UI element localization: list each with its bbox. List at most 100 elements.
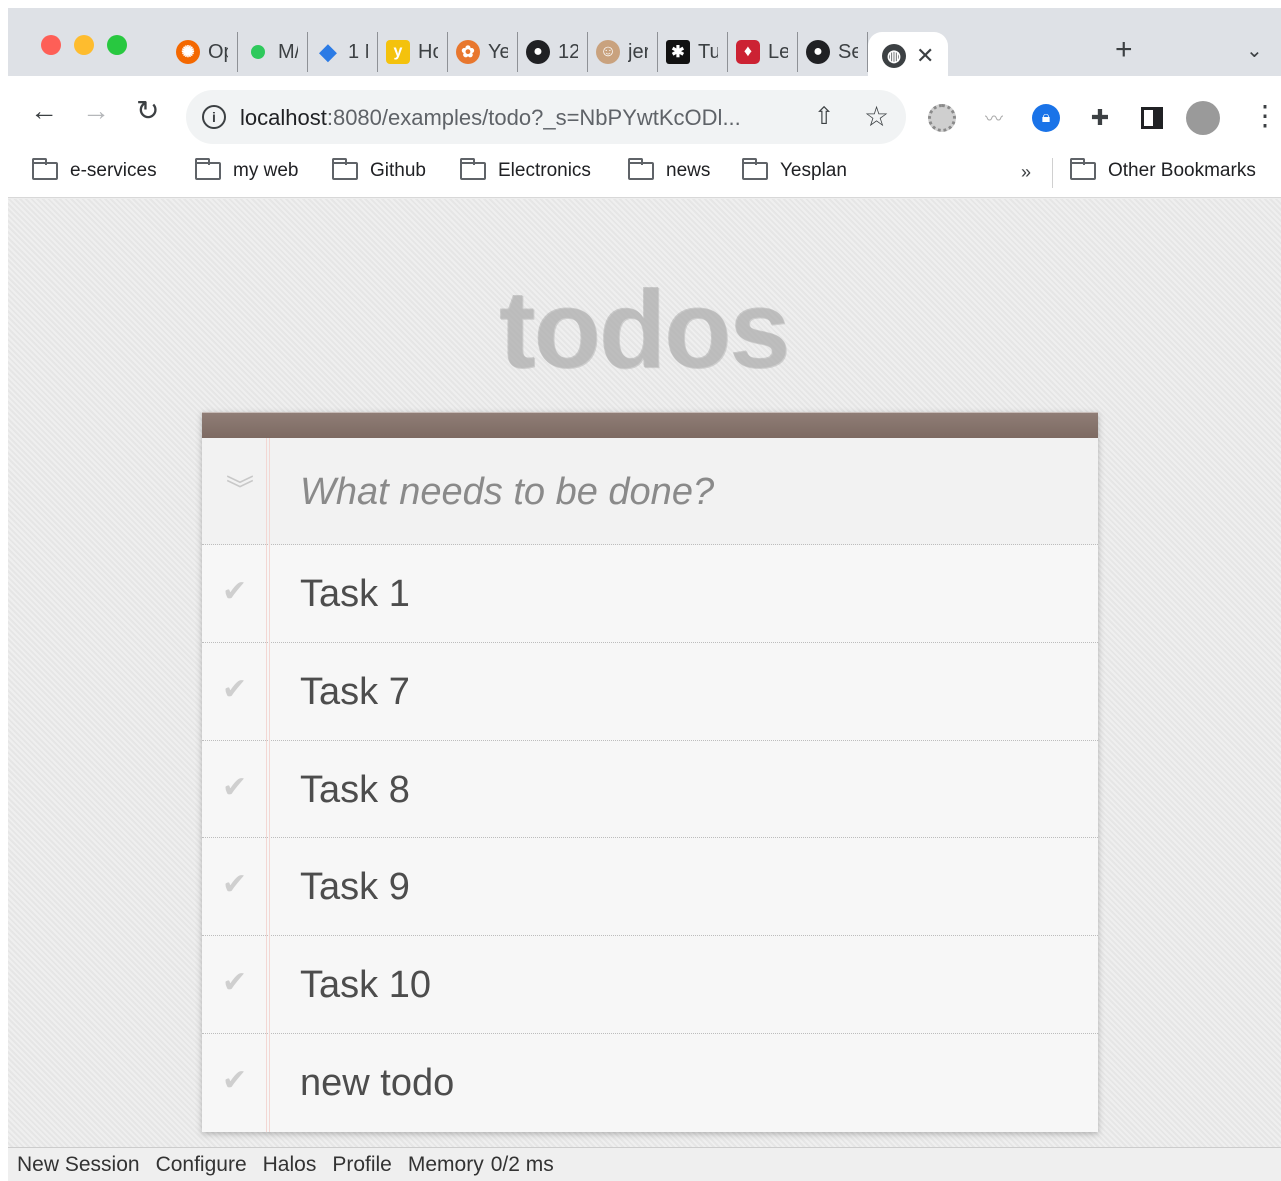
profile-avatar[interactable] bbox=[1186, 101, 1220, 135]
todo-item[interactable]: ✔ new todo bbox=[202, 1034, 1098, 1132]
tab-8[interactable]: ♦ Le bbox=[728, 32, 798, 72]
close-tab-icon[interactable]: ✕ bbox=[916, 43, 934, 69]
new-todo-input[interactable] bbox=[300, 468, 1060, 516]
configure-link[interactable]: Configure bbox=[156, 1153, 247, 1177]
bookmarks-divider bbox=[1052, 158, 1053, 188]
yesplan-icon: ✿ bbox=[456, 40, 480, 64]
bookmark-folder-e-services[interactable]: e-services bbox=[32, 158, 157, 182]
folder-icon bbox=[195, 158, 221, 180]
tutorial-icon: ✱ bbox=[666, 40, 690, 64]
folder-icon bbox=[32, 158, 58, 180]
tab-2[interactable]: ◆ 1 N bbox=[308, 32, 378, 72]
toggle-all-chevron-icon[interactable]: ︾ bbox=[226, 476, 254, 504]
todo-label[interactable]: Task 1 bbox=[300, 573, 410, 615]
bookmark-folder-electronics[interactable]: Electronics bbox=[460, 158, 591, 182]
forward-arrow-icon[interactable]: → bbox=[82, 96, 110, 126]
todo-item[interactable]: ✔ Task 10 bbox=[202, 936, 1098, 1034]
todo-item[interactable]: ✔ Task 8 bbox=[202, 741, 1098, 839]
info-icon[interactable]: i bbox=[202, 105, 226, 129]
tab-9[interactable]: ● Se bbox=[798, 32, 868, 72]
bookmarks-overflow-button[interactable]: » bbox=[1021, 162, 1031, 183]
close-window-button[interactable] bbox=[41, 35, 61, 55]
halos-link[interactable]: Halos bbox=[263, 1153, 317, 1177]
tab-active[interactable]: ◍ ✕ bbox=[868, 32, 949, 80]
maximize-window-button[interactable] bbox=[107, 35, 127, 55]
todo-item[interactable]: ✔ Task 1 bbox=[202, 545, 1098, 643]
url-path: :8080/examples/todo?_s=NbPYwtKcODl... bbox=[326, 105, 741, 130]
profile-link[interactable]: Profile bbox=[332, 1153, 392, 1177]
other-bookmarks-folder[interactable]: Other Bookmarks bbox=[1070, 158, 1256, 182]
more-menu-icon[interactable]: ⋮ bbox=[1251, 102, 1279, 130]
minimize-window-button[interactable] bbox=[74, 35, 94, 55]
extensions-puzzle-icon[interactable]: ✚ bbox=[1086, 104, 1114, 132]
reload-icon[interactable]: ↻ bbox=[136, 96, 159, 126]
bookmark-folder-news[interactable]: news bbox=[628, 158, 710, 182]
todo-label[interactable]: Task 10 bbox=[300, 964, 431, 1006]
folder-icon bbox=[460, 158, 486, 180]
browser-window: ✺ Op M/ ◆ 1 N y Ho ✿ Ye ● 12 bbox=[8, 8, 1281, 1181]
todo-label[interactable]: new todo bbox=[300, 1062, 454, 1104]
new-tab-button[interactable]: + bbox=[1115, 35, 1133, 65]
todo-label[interactable]: Task 7 bbox=[300, 671, 410, 713]
checkmark-icon[interactable]: ✔ bbox=[222, 1065, 247, 1096]
todo-app: ︾ ✔ Task 1 ✔ Task 7 ✔ Task 8 ✔ Ta bbox=[202, 412, 1098, 1132]
extension-lock-icon[interactable]: 🔒︎ bbox=[1032, 104, 1060, 132]
bookmark-folder-my-web[interactable]: my web bbox=[195, 158, 299, 182]
tab-label: Ye bbox=[488, 40, 508, 63]
bookmarks-bar: e-services my web Github Electronics new… bbox=[8, 148, 1281, 198]
checkmark-icon[interactable]: ✔ bbox=[222, 772, 247, 803]
ruby-icon: ♦ bbox=[736, 40, 760, 64]
new-todo-row: ︾ bbox=[202, 438, 1098, 545]
tab-list: ✺ Op M/ ◆ 1 N y Ho ✿ Ye ● 12 bbox=[168, 28, 949, 80]
bookmark-star-icon[interactable]: ☆ bbox=[864, 100, 889, 133]
checkmark-icon[interactable]: ✔ bbox=[222, 968, 247, 998]
tab-7[interactable]: ✱ Tu bbox=[658, 32, 728, 72]
tab-label: 1 N bbox=[348, 40, 368, 63]
share-icon[interactable]: ⇧ bbox=[814, 102, 834, 131]
browser-toolbar: ← → ↻ i localhost:8080/examples/todo?_s=… bbox=[8, 76, 1281, 148]
todo-list: ✔ Task 1 ✔ Task 7 ✔ Task 8 ✔ Task 9 ✔ Ta… bbox=[202, 545, 1098, 1132]
tab-label: Se bbox=[838, 40, 858, 63]
tab-1[interactable]: M/ bbox=[238, 32, 308, 72]
extension-scribble-icon[interactable]: 〰 bbox=[980, 104, 1008, 132]
side-panel-icon[interactable] bbox=[1138, 104, 1166, 132]
folder-icon bbox=[742, 158, 768, 180]
tab-6[interactable]: ☺ jer bbox=[588, 32, 658, 72]
bookmark-label: Github bbox=[370, 160, 426, 181]
tab-label: M/ bbox=[278, 40, 298, 63]
timing-readout: 0/2 ms bbox=[490, 1152, 554, 1176]
memory-link[interactable]: Memory bbox=[408, 1153, 484, 1177]
checkmark-icon[interactable]: ✔ bbox=[222, 674, 247, 705]
tab-4[interactable]: ✿ Ye bbox=[448, 32, 518, 72]
back-arrow-icon[interactable]: ← bbox=[30, 96, 58, 126]
dev-toolbar: New Session Configure Halos Profile Memo… bbox=[8, 1147, 1281, 1181]
todo-item[interactable]: ✔ Task 9 bbox=[202, 838, 1098, 937]
todo-label[interactable]: Task 8 bbox=[300, 769, 410, 811]
bookmark-folder-github[interactable]: Github bbox=[332, 158, 426, 182]
blue-diamond-icon: ◆ bbox=[319, 39, 337, 64]
tab-search-chevron-icon[interactable]: ⌄ bbox=[1246, 38, 1263, 63]
tab-5[interactable]: ● 12 bbox=[518, 32, 588, 72]
extension-gear-icon[interactable] bbox=[928, 104, 956, 132]
todo-item[interactable]: ✔ Task 7 bbox=[202, 643, 1098, 741]
bookmark-label: e-services bbox=[70, 160, 157, 181]
todo-label[interactable]: Task 9 bbox=[300, 866, 410, 908]
tab-label: Le bbox=[768, 40, 788, 63]
tab-0[interactable]: ✺ Op bbox=[168, 32, 238, 72]
checkmark-icon[interactable]: ✔ bbox=[222, 577, 247, 607]
bookmark-label: my web bbox=[233, 160, 299, 181]
new-session-link[interactable]: New Session bbox=[17, 1153, 140, 1177]
bookmark-folder-yesplan[interactable]: Yesplan bbox=[742, 158, 847, 182]
yellow-box-icon: y bbox=[386, 40, 410, 64]
bookmark-label: Electronics bbox=[498, 160, 591, 181]
checkmark-icon[interactable]: ✔ bbox=[222, 870, 247, 900]
folder-icon bbox=[628, 158, 654, 180]
tab-3[interactable]: y Ho bbox=[378, 32, 448, 72]
bookmark-label: Yesplan bbox=[780, 160, 847, 181]
globe-icon: ◍ bbox=[882, 44, 906, 68]
url-text[interactable]: localhost:8080/examples/todo?_s=NbPYwtKc… bbox=[240, 105, 741, 131]
folder-icon bbox=[332, 158, 358, 180]
tab-label: Tu bbox=[698, 40, 718, 63]
address-bar[interactable]: i localhost:8080/examples/todo?_s=NbPYwt… bbox=[186, 90, 906, 144]
tab-label: Op bbox=[208, 40, 228, 63]
